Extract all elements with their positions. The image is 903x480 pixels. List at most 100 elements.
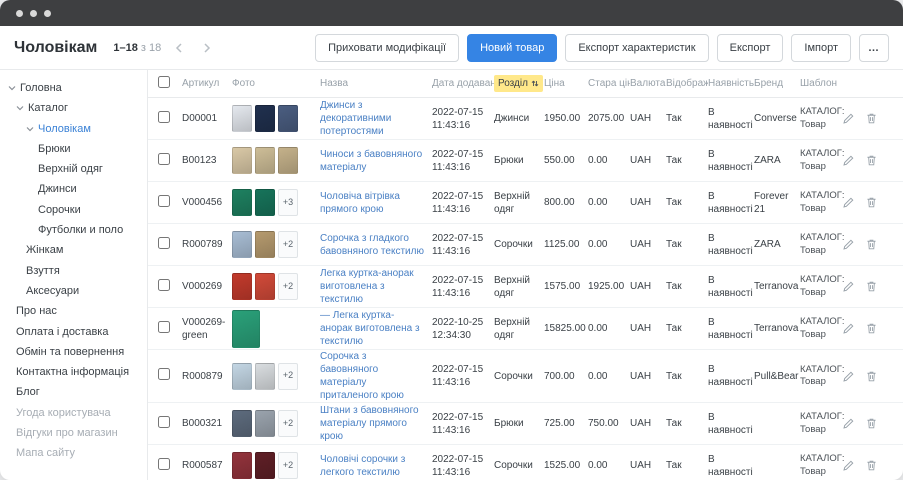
- product-photo[interactable]: [232, 363, 252, 390]
- sidebar-item[interactable]: Про нас: [0, 301, 147, 321]
- product-photo[interactable]: [232, 231, 252, 258]
- sidebar-item[interactable]: Оплата і доставка: [0, 322, 147, 342]
- row-checkbox[interactable]: [158, 153, 170, 165]
- export-button[interactable]: Експорт: [717, 34, 784, 62]
- product-photo[interactable]: [232, 105, 252, 132]
- product-photo[interactable]: [232, 410, 252, 437]
- sidebar-item[interactable]: Футболки и поло: [0, 220, 147, 240]
- sidebar-item[interactable]: Контактна інформація: [0, 362, 147, 382]
- edit-button[interactable]: [840, 368, 857, 385]
- edit-button[interactable]: [840, 320, 857, 337]
- sidebar-item[interactable]: Чоловікам: [0, 119, 147, 139]
- more-photos-badge[interactable]: +2: [278, 231, 298, 258]
- select-all-checkbox[interactable]: [158, 76, 170, 88]
- row-checkbox[interactable]: [158, 237, 170, 249]
- col-name[interactable]: Назва: [320, 77, 432, 90]
- product-photo[interactable]: [232, 310, 260, 348]
- product-photo[interactable]: [232, 452, 252, 479]
- delete-button[interactable]: [863, 415, 880, 432]
- more-photos-badge[interactable]: +3: [278, 189, 298, 216]
- delete-button[interactable]: [863, 457, 880, 474]
- sidebar-item[interactable]: Жінкам: [0, 240, 147, 260]
- new-product-button[interactable]: Новий товар: [467, 34, 557, 62]
- product-name-link[interactable]: Джинси з декоративними потертостями: [320, 99, 426, 138]
- product-name-link[interactable]: Чоловіча вітрівка прямого крою: [320, 190, 426, 216]
- sidebar-item[interactable]: Угода користувача: [0, 403, 147, 423]
- row-checkbox[interactable]: [158, 321, 170, 333]
- sidebar-item[interactable]: Мапа сайту: [0, 443, 147, 463]
- col-section[interactable]: Розділ: [494, 75, 544, 92]
- sidebar-item[interactable]: Аксесуари: [0, 281, 147, 301]
- product-photo[interactable]: [255, 410, 275, 437]
- edit-button[interactable]: [840, 152, 857, 169]
- col-photo[interactable]: Фото: [232, 77, 320, 90]
- col-price[interactable]: Ціна: [544, 77, 588, 90]
- product-name-link[interactable]: Чиноси з бавовняного матеріалу: [320, 148, 426, 174]
- sidebar-item[interactable]: Відгуки про магазин: [0, 423, 147, 443]
- product-photo[interactable]: [255, 363, 275, 390]
- next-page-button[interactable]: [197, 38, 217, 58]
- row-checkbox[interactable]: [158, 458, 170, 470]
- col-date[interactable]: Дата додавання: [432, 77, 494, 90]
- col-display[interactable]: Відображати: [666, 77, 708, 90]
- product-photo[interactable]: [255, 231, 275, 258]
- product-name-link[interactable]: Легка куртка-анорак виготовлена з тексти…: [320, 267, 426, 306]
- sidebar-item[interactable]: Сорочки: [0, 200, 147, 220]
- more-photos-badge[interactable]: +2: [278, 410, 298, 437]
- col-sku[interactable]: Артикул: [182, 77, 232, 90]
- edit-button[interactable]: [840, 415, 857, 432]
- delete-button[interactable]: [863, 152, 880, 169]
- product-photo[interactable]: [255, 105, 275, 132]
- row-checkbox[interactable]: [158, 279, 170, 291]
- more-photos-badge[interactable]: +2: [278, 452, 298, 479]
- edit-button[interactable]: [840, 457, 857, 474]
- product-name-link[interactable]: — Легка куртка-анорак виготовлена з текс…: [320, 309, 426, 348]
- edit-button[interactable]: [840, 236, 857, 253]
- col-section-label[interactable]: Розділ: [498, 77, 528, 90]
- sidebar-item[interactable]: Джинси: [0, 179, 147, 199]
- window-dot-icon[interactable]: [44, 10, 51, 17]
- edit-button[interactable]: [840, 110, 857, 127]
- col-brand[interactable]: Бренд: [754, 77, 800, 90]
- product-photo[interactable]: [255, 273, 275, 300]
- more-photos-badge[interactable]: +2: [278, 363, 298, 390]
- product-name-link[interactable]: Сорочка з гладкого бавовняного текстилю: [320, 232, 426, 258]
- export-attributes-button[interactable]: Експорт характеристик: [565, 34, 708, 62]
- sidebar-item[interactable]: Каталог: [0, 98, 147, 118]
- edit-button[interactable]: [840, 278, 857, 295]
- sidebar-item[interactable]: Брюки: [0, 139, 147, 159]
- product-photo[interactable]: [278, 105, 298, 132]
- row-checkbox[interactable]: [158, 111, 170, 123]
- col-currency[interactable]: Валюта: [630, 77, 666, 90]
- row-checkbox[interactable]: [158, 368, 170, 380]
- delete-button[interactable]: [863, 368, 880, 385]
- more-actions-button[interactable]: …: [859, 34, 889, 62]
- product-photo[interactable]: [278, 147, 298, 174]
- edit-button[interactable]: [840, 194, 857, 211]
- import-button[interactable]: Імпорт: [791, 34, 851, 62]
- product-photo[interactable]: [255, 452, 275, 479]
- window-dot-icon[interactable]: [30, 10, 37, 17]
- delete-button[interactable]: [863, 320, 880, 337]
- product-photo[interactable]: [232, 273, 252, 300]
- product-name-link[interactable]: Сорочка з бавовняного матеріалу притален…: [320, 350, 426, 402]
- window-dot-icon[interactable]: [16, 10, 23, 17]
- sidebar-item[interactable]: Взуття: [0, 261, 147, 281]
- sidebar-item[interactable]: Обмін та повернення: [0, 342, 147, 362]
- col-section-highlight[interactable]: Розділ: [494, 75, 543, 92]
- product-photo[interactable]: [232, 189, 252, 216]
- sidebar-item[interactable]: Головна: [0, 78, 147, 98]
- prev-page-button[interactable]: [169, 38, 189, 58]
- delete-button[interactable]: [863, 278, 880, 295]
- col-old-price[interactable]: Стара ціна: [588, 77, 630, 90]
- delete-button[interactable]: [863, 110, 880, 127]
- sidebar-item[interactable]: Блог: [0, 382, 147, 402]
- product-name-link[interactable]: Чоловічі сорочки з легкого текстилю: [320, 453, 426, 479]
- row-checkbox[interactable]: [158, 195, 170, 207]
- col-stock[interactable]: Наявність: [708, 77, 754, 90]
- product-name-link[interactable]: Штани з бавовняного матеріалу прямого кр…: [320, 404, 426, 443]
- product-photo[interactable]: [255, 189, 275, 216]
- col-template[interactable]: Шаблон: [800, 77, 852, 90]
- delete-button[interactable]: [863, 194, 880, 211]
- sidebar-item[interactable]: Верхній одяг: [0, 159, 147, 179]
